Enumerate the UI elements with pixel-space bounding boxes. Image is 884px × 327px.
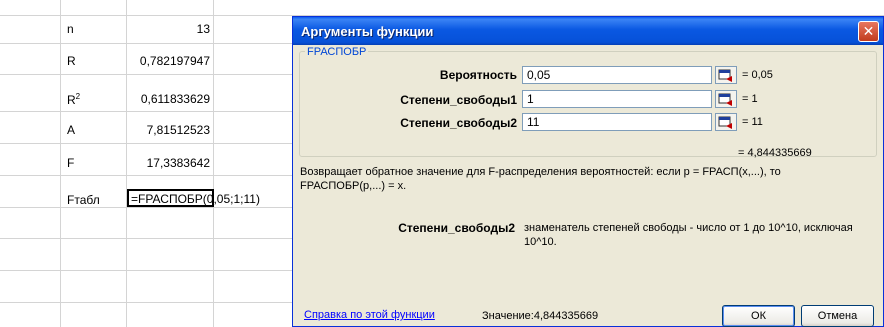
arg-result-df1: = 1	[742, 93, 758, 105]
param-name: Степени_свободы2	[398, 221, 515, 235]
grid-line	[213, 0, 214, 327]
cell-label-n[interactable]: n	[67, 22, 74, 36]
cancel-button[interactable]: Отмена	[801, 305, 874, 327]
range-select-icon	[718, 93, 732, 106]
cell-label-r2[interactable]: R2	[67, 92, 80, 107]
function-description: Возвращает обратное значение для F-распр…	[300, 166, 781, 192]
active-cell-formula[interactable]: =FРАСПОБР(0,05;1;11)	[131, 192, 260, 206]
cell-value-a[interactable]: 7,81512523	[147, 123, 210, 137]
dialog-titlebar[interactable]: Аргументы функции ✕	[293, 17, 883, 45]
formula-function: =FРАСПОБР	[131, 192, 203, 206]
value-label: Значение:	[482, 310, 534, 322]
range-select-icon	[718, 116, 732, 129]
arg-label-df1: Степени_свободы1	[400, 93, 517, 107]
param-description: знаменатель степеней свободы - число от …	[524, 222, 853, 248]
value-readout: Значение:4,844335669	[482, 310, 598, 322]
collapse-dialog-button[interactable]	[715, 66, 737, 84]
formula-result: = 4,844335669	[738, 147, 812, 159]
collapse-dialog-button[interactable]	[715, 113, 737, 131]
cell-label-a[interactable]: A	[67, 123, 75, 137]
close-icon: ✕	[862, 23, 875, 39]
formula-arguments: (0,05;1;11)	[202, 192, 260, 206]
cell-value-r2[interactable]: 0,611833629	[141, 92, 210, 106]
arg-result-df2: = 11	[742, 116, 763, 128]
cell-label-ftabl[interactable]: Fтабл	[67, 193, 100, 207]
cell-label-r[interactable]: R	[67, 54, 76, 68]
cell-value-n[interactable]: 13	[197, 22, 210, 36]
arg-result-probability: = 0,05	[742, 69, 773, 81]
value-number: 4,844335669	[533, 310, 599, 322]
grid-line	[60, 0, 61, 327]
close-button[interactable]: ✕	[858, 21, 879, 42]
function-arguments-dialog: Аргументы функции ✕ FРАСПОБР Вероятность…	[292, 16, 884, 327]
arg-label-probability: Вероятность	[439, 68, 517, 82]
grid-line	[126, 0, 127, 327]
cell-label-r2-sup: 2	[75, 92, 81, 101]
function-name: FРАСПОБР	[305, 46, 369, 58]
df1-input[interactable]	[522, 90, 712, 108]
ok-button[interactable]: ОК	[722, 305, 795, 327]
cell-value-r[interactable]: 0,782197947	[140, 54, 210, 68]
arg-label-df2: Степени_свободы2	[400, 116, 517, 130]
cell-label-r2-base: R	[67, 93, 76, 107]
df2-input[interactable]	[522, 113, 712, 131]
help-link[interactable]: Справка по этой функции	[304, 309, 435, 321]
cell-label-f[interactable]: F	[67, 156, 74, 170]
cell-value-f[interactable]: 17,3383642	[147, 156, 210, 170]
range-select-icon	[718, 69, 732, 82]
collapse-dialog-button[interactable]	[715, 90, 737, 108]
probability-input[interactable]	[522, 66, 712, 84]
dialog-title: Аргументы функции	[301, 24, 434, 39]
